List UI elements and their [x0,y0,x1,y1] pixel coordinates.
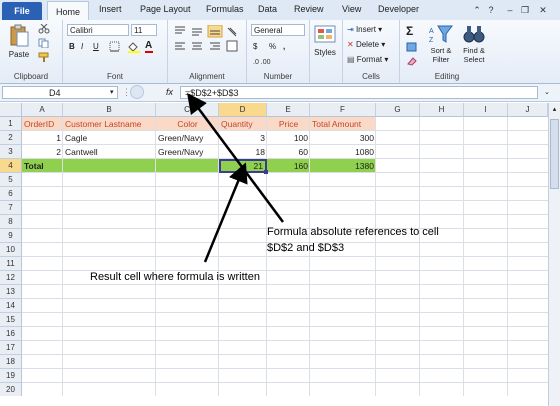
arrow-to-result-cell [203,162,248,263]
formula-annotation-line2: $D$2 and $D$3 [267,242,345,254]
annotation-arrows [187,92,285,263]
formula-annotation-line1: Formula absolute references to cell [267,226,439,238]
arrow-to-formula [187,92,285,223]
result-annotation: Result cell where formula is written [90,271,260,283]
